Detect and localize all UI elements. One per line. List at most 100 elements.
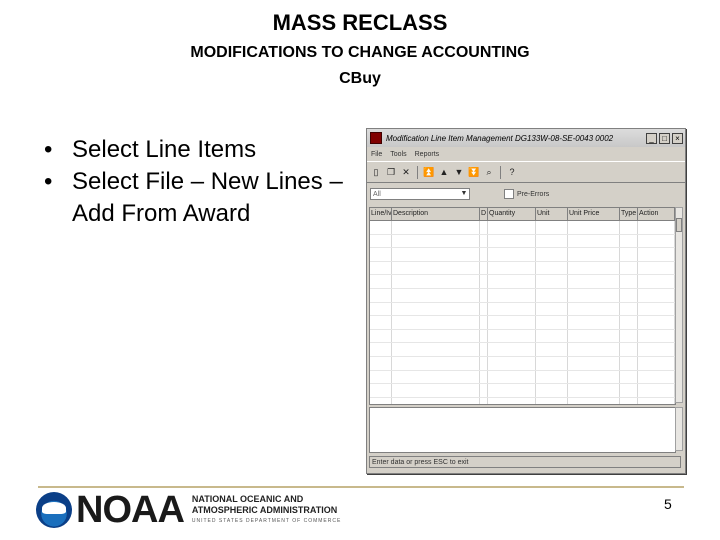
- table-cell[interactable]: [536, 397, 568, 404]
- table-row[interactable]: [370, 221, 675, 235]
- column-header[interactable]: D: [480, 208, 488, 220]
- table-cell[interactable]: [638, 329, 675, 343]
- table-cell[interactable]: [480, 356, 488, 370]
- table-cell[interactable]: [488, 302, 536, 316]
- menu-tools[interactable]: Tools: [390, 151, 406, 158]
- table-cell[interactable]: [370, 329, 392, 343]
- menu-file[interactable]: File: [371, 151, 382, 158]
- table-cell[interactable]: [568, 397, 620, 404]
- minimize-icon[interactable]: _: [646, 132, 657, 144]
- table-cell[interactable]: [620, 316, 638, 329]
- table-cell[interactable]: [568, 343, 620, 356]
- table-cell[interactable]: [488, 261, 536, 275]
- find-icon[interactable]: ⌕: [483, 166, 495, 179]
- table-cell[interactable]: [568, 261, 620, 275]
- table-cell[interactable]: [488, 343, 536, 356]
- table-cell[interactable]: [620, 397, 638, 404]
- table-cell[interactable]: [536, 329, 568, 343]
- table-row[interactable]: [370, 316, 675, 330]
- table-cell[interactable]: [620, 275, 638, 288]
- table-cell[interactable]: [392, 329, 480, 343]
- table-cell[interactable]: [638, 356, 675, 370]
- table-cell[interactable]: [370, 370, 392, 384]
- table-cell[interactable]: [392, 261, 480, 275]
- table-cell[interactable]: [370, 234, 392, 248]
- menu-reports[interactable]: Reports: [415, 151, 440, 158]
- table-cell[interactable]: [638, 370, 675, 384]
- table-cell[interactable]: [638, 221, 675, 234]
- table-cell[interactable]: [392, 221, 480, 234]
- column-header[interactable]: Type: [620, 208, 638, 220]
- table-cell[interactable]: [480, 384, 488, 397]
- table-cell[interactable]: [568, 370, 620, 384]
- table-cell[interactable]: [488, 356, 536, 370]
- table-cell[interactable]: [480, 370, 488, 384]
- table-cell[interactable]: [568, 356, 620, 370]
- table-row[interactable]: [370, 288, 675, 303]
- table-cell[interactable]: [392, 343, 480, 356]
- first-icon[interactable]: ⏫: [423, 166, 435, 179]
- table-cell[interactable]: [620, 384, 638, 397]
- table-cell[interactable]: [620, 343, 638, 356]
- table-cell[interactable]: [568, 221, 620, 234]
- scrollbar-thumb[interactable]: [676, 218, 682, 232]
- table-cell[interactable]: [480, 234, 488, 248]
- table-cell[interactable]: [480, 302, 488, 316]
- table-cell[interactable]: [392, 384, 480, 397]
- table-cell[interactable]: [568, 234, 620, 248]
- table-cell[interactable]: [536, 234, 568, 248]
- table-cell[interactable]: [480, 397, 488, 404]
- table-cell[interactable]: [370, 384, 392, 397]
- table-row[interactable]: [370, 356, 675, 371]
- table-cell[interactable]: [638, 234, 675, 248]
- table-cell[interactable]: [620, 302, 638, 316]
- table-cell[interactable]: [568, 248, 620, 261]
- table-cell[interactable]: [638, 384, 675, 397]
- delete-icon[interactable]: ✕: [400, 166, 412, 179]
- column-header[interactable]: Action: [638, 208, 675, 220]
- table-row[interactable]: [370, 261, 675, 276]
- table-cell[interactable]: [488, 370, 536, 384]
- table-cell[interactable]: [370, 288, 392, 302]
- help-icon[interactable]: ?: [506, 166, 518, 179]
- table-cell[interactable]: [392, 316, 480, 329]
- table-row[interactable]: [370, 343, 675, 357]
- up-icon[interactable]: ▲: [438, 166, 450, 179]
- table-cell[interactable]: [488, 275, 536, 288]
- new-icon[interactable]: ▯: [370, 166, 382, 179]
- line-items-grid[interactable]: Line/Ivs Description D Quantity Unit Uni…: [369, 207, 676, 405]
- table-cell[interactable]: [370, 221, 392, 234]
- table-cell[interactable]: [488, 248, 536, 261]
- table-cell[interactable]: [568, 275, 620, 288]
- table-cell[interactable]: [536, 356, 568, 370]
- table-cell[interactable]: [620, 356, 638, 370]
- last-icon[interactable]: ⏬: [468, 166, 480, 179]
- table-cell[interactable]: [392, 356, 480, 370]
- table-cell[interactable]: [620, 329, 638, 343]
- filter-dropdown[interactable]: All ▼: [370, 188, 470, 200]
- column-header[interactable]: Unit: [536, 208, 568, 220]
- table-cell[interactable]: [488, 221, 536, 234]
- table-cell[interactable]: [488, 316, 536, 329]
- table-cell[interactable]: [480, 343, 488, 356]
- table-cell[interactable]: [392, 248, 480, 261]
- table-cell[interactable]: [392, 370, 480, 384]
- table-cell[interactable]: [370, 261, 392, 275]
- table-cell[interactable]: [568, 316, 620, 329]
- table-cell[interactable]: [392, 302, 480, 316]
- table-cell[interactable]: [620, 248, 638, 261]
- table-cell[interactable]: [536, 384, 568, 397]
- table-row[interactable]: [370, 234, 675, 249]
- table-cell[interactable]: [488, 329, 536, 343]
- close-icon[interactable]: ×: [672, 132, 683, 144]
- table-cell[interactable]: [370, 316, 392, 329]
- table-cell[interactable]: [488, 397, 536, 404]
- table-cell[interactable]: [370, 275, 392, 288]
- grid-scrollbar[interactable]: [675, 207, 683, 403]
- table-cell[interactable]: [536, 302, 568, 316]
- table-cell[interactable]: [620, 234, 638, 248]
- table-cell[interactable]: [536, 261, 568, 275]
- table-cell[interactable]: [370, 343, 392, 356]
- table-row[interactable]: [370, 275, 675, 289]
- table-cell[interactable]: [620, 221, 638, 234]
